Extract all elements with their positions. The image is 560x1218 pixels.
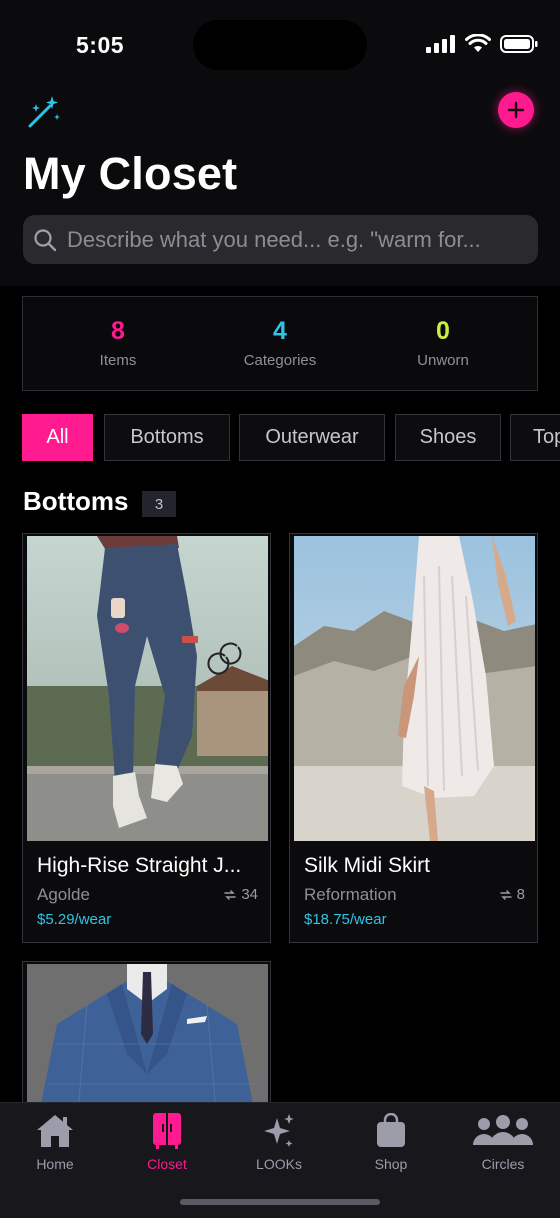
wifi-icon [465,34,491,52]
people-icon [473,1115,533,1145]
status-time: 5:05 [76,32,125,58]
item-photo-suit [27,964,268,1120]
tab-shop-label: Shop [374,1156,408,1172]
skirt-photo [294,536,535,841]
page-title: My Closet [23,148,238,199]
magic-wand-button[interactable] [24,92,64,137]
stat-categories-value: 4 [273,317,287,345]
item-photo-jeans [27,536,268,841]
item-title: Silk Midi Skirt [304,854,431,877]
jeans-photo [27,536,268,841]
filter-chip-outerwear[interactable]: Outerwear [239,414,385,461]
stat-items-value: 8 [111,317,125,345]
closet-icon [153,1113,181,1149]
wear-count: 8 [499,886,525,903]
add-item-button[interactable] [498,92,534,128]
search-input[interactable]: Describe what you need... e.g. "warm for… [23,215,538,264]
stat-categories: 4 Categories [210,317,350,369]
filter-chip-tops[interactable]: Top [510,414,560,461]
search-placeholder: Describe what you need... e.g. "warm for… [67,226,481,252]
filter-chip-all[interactable]: All [22,414,93,461]
wear-count-value: 34 [241,886,258,903]
header: My Closet Describe what you need... e.g.… [0,90,560,286]
stat-categories-label: Categories [243,352,317,369]
stat-items-label: Items [99,352,137,369]
filter-chip-bottoms[interactable]: Bottoms [104,414,230,461]
item-card-skirt[interactable]: Silk Midi Skirt Reformation 8 $18.75/wea… [289,533,538,943]
item-card-suit[interactable] [22,961,271,1121]
stat-unworn-value: 0 [436,317,450,345]
cost-per-wear: $5.29/wear [37,911,112,928]
item-brand: Reformation [304,885,397,904]
repeat-icon [499,889,512,900]
stat-unworn-label: Unworn [417,352,469,369]
wear-count-value: 8 [516,886,525,903]
home-icon [37,1115,73,1147]
magic-wand-icon [28,96,60,128]
tab-looks[interactable]: LOOKs [229,1111,329,1172]
tab-shop[interactable]: Shop [341,1111,441,1172]
section-count-badge: 3 [142,491,176,517]
tab-home-label: Home [36,1156,74,1172]
repeat-icon [224,889,237,900]
cost-per-wear: $18.75/wear [304,911,387,928]
tab-bar: Home Closet LOOKs Shop Circles [0,1102,560,1218]
plus-icon [507,101,525,119]
tab-looks-label: LOOKs [256,1156,302,1172]
status-bar: 5:05 [0,0,560,90]
shopping-bag-icon [377,1113,405,1147]
stat-unworn: 0 Unworn [373,317,513,369]
item-photo-skirt [294,536,535,841]
category-filter-bar: All Bottoms Outerwear Shoes Top [22,414,560,461]
battery-icon [500,34,538,53]
tab-circles-label: Circles [481,1156,525,1172]
suit-photo [27,964,268,1120]
signal-icon [426,34,455,53]
item-title: High-Rise Straight J... [37,854,242,877]
filter-chip-shoes[interactable]: Shoes [395,414,501,461]
tab-home[interactable]: Home [5,1111,105,1172]
stat-items: 8 Items [48,317,188,369]
tab-circles[interactable]: Circles [453,1111,553,1172]
sparkles-icon [264,1114,294,1147]
status-icons [426,34,538,53]
wear-count: 34 [223,886,258,903]
tab-closet[interactable]: Closet [117,1111,217,1172]
tab-closet-label: Closet [147,1156,187,1172]
search-icon [34,228,57,251]
section-title: Bottoms [23,486,129,516]
item-card-jeans[interactable]: High-Rise Straight J... Agolde 34 $5.29/… [22,533,271,943]
item-brand: Agolde [37,885,90,904]
dynamic-island [193,20,367,70]
closet-stats: 8 Items 4 Categories 0 Unworn [22,296,538,391]
home-indicator [180,1199,380,1205]
